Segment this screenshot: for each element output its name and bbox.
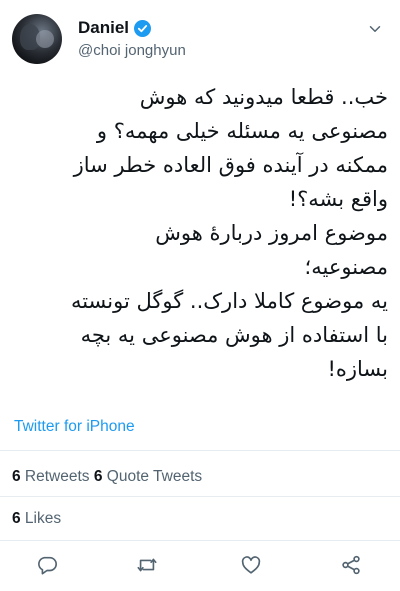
tweet-line: موضوع امروز دربارهٔ هوش — [155, 221, 388, 245]
divider — [0, 496, 400, 497]
display-name[interactable]: Daniel — [78, 18, 129, 38]
tweet-line: مصنوعی یه مسئله خیلی مهمه؟ و — [96, 119, 388, 143]
tweet-line: یه موضوع کاملا دارک.. گوگل تونسته — [70, 289, 388, 313]
likes-link[interactable]: 6 Likes — [12, 510, 61, 528]
avatar[interactable] — [12, 14, 62, 64]
likes-label: Likes — [20, 510, 62, 527]
like-icon[interactable] — [238, 552, 264, 578]
user-handle[interactable]: @choi jonghyun — [78, 42, 186, 59]
likes-count: 6 — [12, 510, 21, 527]
retweets-label: Retweets — [20, 468, 94, 485]
quote-tweets-label: Quote Tweets — [102, 468, 203, 485]
divider — [0, 540, 400, 541]
engagement-stats: 6 Retweets 6 Quote Tweets — [12, 468, 202, 486]
tweet-line: واقع بشه؟! — [288, 187, 388, 211]
tweet-line: بسازه! — [327, 357, 388, 381]
share-icon[interactable] — [338, 552, 364, 578]
tweet-text: خب.. قطعا میدونید که هوش مصنوعی یه مسئله… — [12, 80, 388, 386]
tweet-header: Daniel @choi jonghyun — [12, 14, 388, 64]
retweets-count: 6 — [12, 468, 21, 485]
verified-badge-icon — [134, 19, 152, 37]
tweet-actions — [0, 548, 400, 582]
reply-icon[interactable] — [34, 552, 60, 578]
tweet-line: ممکنه در آینده فوق العاده خطر ساز — [73, 153, 388, 177]
retweet-icon[interactable] — [134, 552, 160, 578]
tweet-line: با استفاده از هوش مصنوعی یه بچه — [80, 323, 388, 347]
retweets-link[interactable]: 6 Retweets — [12, 468, 94, 485]
more-options-icon[interactable] — [364, 18, 386, 40]
divider — [0, 450, 400, 451]
tweet-line: مصنوعیه؛ — [304, 255, 388, 279]
tweet-line: خب.. قطعا میدونید که هوش — [139, 85, 388, 109]
tweet-source-link[interactable]: Twitter for iPhone — [14, 418, 135, 436]
quote-tweets-link[interactable]: 6 Quote Tweets — [94, 468, 202, 485]
name-row: Daniel — [78, 18, 152, 38]
